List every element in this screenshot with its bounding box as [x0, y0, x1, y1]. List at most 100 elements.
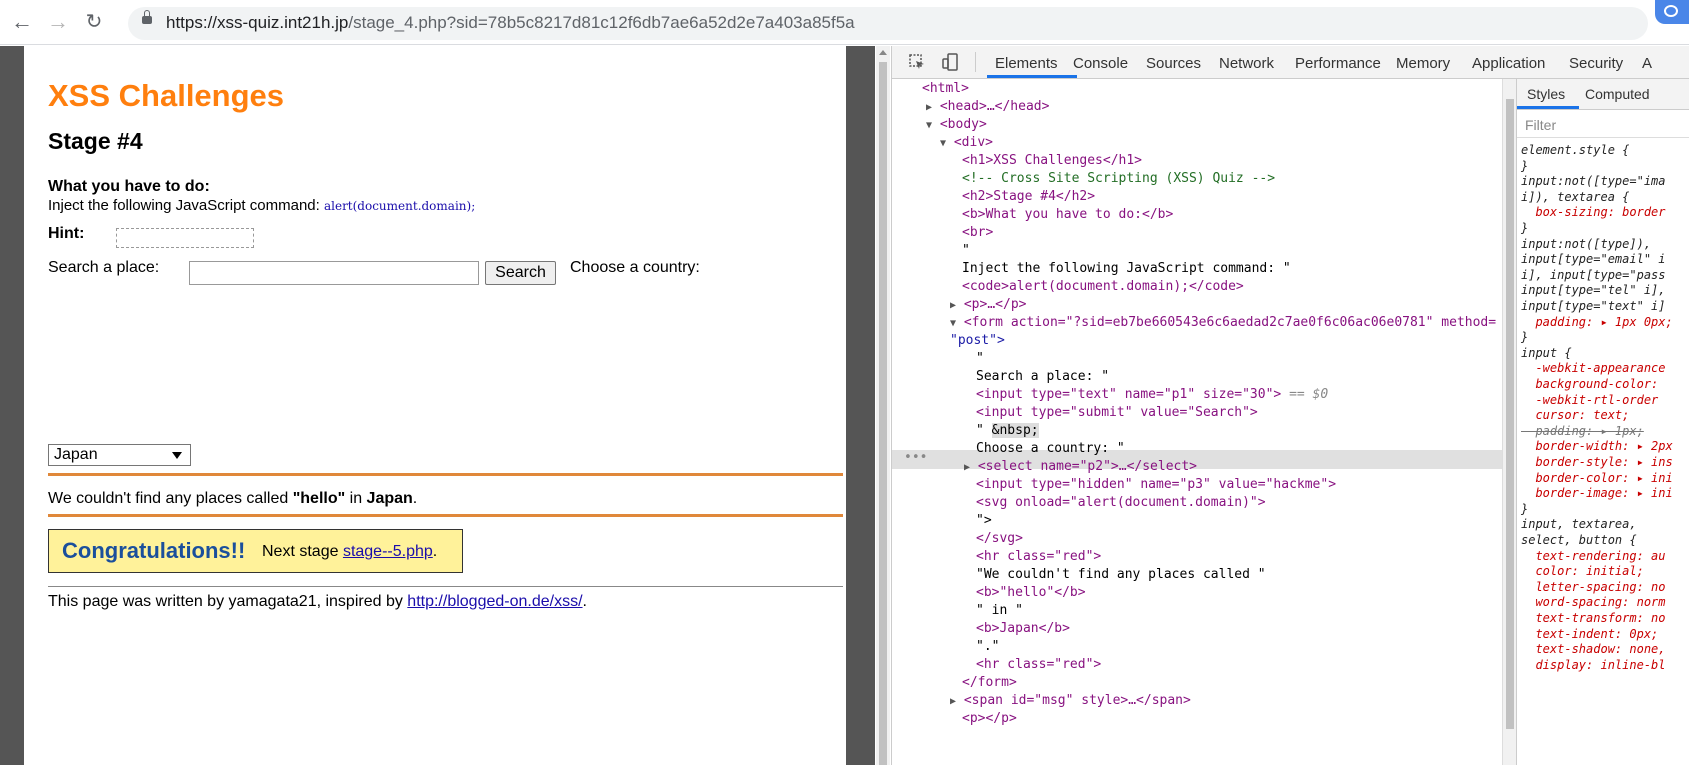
style-rule-line[interactable]: color: initial; — [1521, 563, 1643, 579]
device-toolbar-icon[interactable] — [942, 53, 960, 71]
country-select[interactable]: Japan — [48, 444, 191, 466]
tab-security[interactable]: Security — [1569, 55, 1623, 72]
style-rule-line[interactable]: text-rendering: au — [1521, 548, 1665, 564]
style-rule-line[interactable]: -webkit-appearance — [1521, 360, 1665, 376]
dom-line-select[interactable]: ▶ <select name="p2">…</select> — [964, 457, 1197, 476]
style-rule-line[interactable]: } — [1521, 329, 1528, 345]
style-rule-line[interactable]: -webkit-rtl-order — [1521, 392, 1658, 408]
dom-line-dot[interactable]: "." — [976, 637, 999, 656]
dom-line-inject[interactable]: Inject the following JavaScript command:… — [962, 259, 1291, 278]
back-arrow-icon[interactable]: ← — [10, 10, 34, 34]
dom-line-svg-close[interactable]: </svg> — [976, 529, 1023, 548]
style-rule-line[interactable]: background-color: — [1521, 376, 1658, 392]
style-rule-line[interactable]: box-sizing: border — [1521, 204, 1665, 220]
tab-network[interactable]: Network — [1219, 55, 1274, 72]
tab-styles[interactable]: Styles — [1527, 86, 1565, 102]
dom-line-svg[interactable]: <svg onload="alert(document.domain)"> — [976, 493, 1266, 512]
tab-memory[interactable]: Memory — [1396, 55, 1450, 72]
tab-application[interactable]: Application — [1472, 55, 1545, 72]
dom-line-input-submit[interactable]: <input type="submit" value="Search"> — [976, 403, 1258, 422]
tab-sources[interactable]: Sources — [1146, 55, 1201, 72]
style-rule-line[interactable]: border-color: ▸ ini — [1521, 470, 1672, 486]
dom-line-comment[interactable]: <!-- Cross Site Scripting (XSS) Quiz --> — [962, 169, 1275, 188]
style-rule-line[interactable]: element.style { — [1521, 142, 1629, 158]
reload-icon[interactable]: ↻ — [82, 10, 106, 34]
style-rule-line[interactable]: letter-spacing: no — [1521, 579, 1665, 595]
more-options-icon[interactable]: ••• — [904, 450, 927, 465]
forward-arrow-icon[interactable]: → — [46, 10, 70, 34]
tab-performance[interactable]: Performance — [1295, 55, 1381, 72]
style-rule-line[interactable]: border-width: ▸ 2px — [1521, 438, 1672, 454]
style-rule-line[interactable]: border-style: ▸ ins — [1521, 454, 1672, 470]
style-rule-line[interactable]: word-spacing: norm — [1521, 594, 1665, 610]
dom-line-hr-red2[interactable]: <hr class="red"> — [976, 655, 1101, 674]
dom-line-quote[interactable]: " — [962, 241, 970, 260]
dom-line-b-japan[interactable]: <b>Japan</b> — [976, 619, 1070, 638]
tab-elements[interactable]: Elements — [995, 55, 1058, 72]
search-button[interactable]: Search — [485, 261, 556, 285]
style-rule-line[interactable]: text-indent: 0px; — [1521, 626, 1658, 642]
style-rule-line[interactable]: select, button { — [1521, 532, 1637, 548]
style-rule-line[interactable]: cursor: text; — [1521, 407, 1629, 423]
page-scrollbar[interactable] — [876, 46, 890, 765]
extension-icon[interactable] — [1655, 0, 1689, 24]
style-rule-line[interactable]: } — [1521, 220, 1528, 236]
dom-line-form-method[interactable]: "post"> — [950, 331, 1005, 350]
dom-line-choose[interactable]: Choose a country: " — [976, 439, 1125, 458]
dom-line-h2[interactable]: <h2>Stage #4</h2> — [962, 187, 1095, 206]
tab-more[interactable]: A — [1642, 55, 1652, 72]
style-rule-line[interactable]: border-image: ▸ ini — [1521, 485, 1672, 501]
url-text[interactable]: https://xss-quiz.int21h.jp/stage_4.php?s… — [166, 13, 855, 33]
style-rule-line[interactable]: input, textarea, — [1521, 516, 1637, 532]
dom-line-div[interactable]: ▼ <div> — [940, 133, 993, 152]
dom-line-input-text[interactable]: <input type="text" name="p1" size="30"> … — [976, 385, 1328, 404]
style-rule-line[interactable]: i]), textarea { — [1521, 189, 1629, 205]
dom-line-h1[interactable]: <h1>XSS Challenges</h1> — [962, 151, 1142, 170]
style-rule-line[interactable]: input:not([type="ima — [1521, 173, 1666, 189]
inspect-element-icon[interactable] — [908, 53, 926, 71]
search-input[interactable] — [189, 261, 479, 285]
tab-console[interactable]: Console — [1073, 55, 1128, 72]
address-bar[interactable]: https://xss-quiz.int21h.jp/stage_4.php?s… — [128, 7, 1648, 40]
style-rule-line[interactable]: padding: ▸ 1px; — [1521, 423, 1643, 439]
dom-line-hr-red1[interactable]: <hr class="red"> — [976, 547, 1101, 566]
dom-line-form[interactable]: ▼ <form action="?sid=eb7be660543e6c6aeda… — [950, 313, 1496, 332]
style-rule-line[interactable]: input[type="email" i — [1521, 251, 1666, 267]
dom-line-b-todo[interactable]: <b>What you have to do:</b> — [962, 205, 1173, 224]
style-rule-line[interactable]: text-transform: no — [1521, 610, 1665, 626]
styles-filter-input[interactable]: Filter — [1525, 117, 1556, 133]
style-rule-line[interactable]: input[type="tel" i], — [1521, 282, 1666, 298]
dom-line-search-text[interactable]: Search a place: " — [976, 367, 1109, 386]
dom-line-span-msg[interactable]: ▶ <span id="msg" style>…</span> — [950, 691, 1191, 710]
dom-line-close-quote[interactable]: "> — [976, 511, 992, 530]
style-rule-line[interactable]: input[type="text" i] — [1521, 298, 1666, 314]
tab-computed[interactable]: Computed — [1585, 86, 1650, 102]
dom-line-code[interactable]: <code>alert(document.domain);</code> — [962, 277, 1244, 296]
style-rule-line[interactable]: padding: ▸ 1px 0px; — [1521, 314, 1672, 330]
dom-line-html[interactable]: <html> — [922, 79, 969, 98]
dom-scrollbar-thumb[interactable] — [1506, 99, 1514, 729]
style-rule-line[interactable]: input { — [1521, 345, 1572, 361]
dom-line-p[interactable]: ▶ <p>…</p> — [950, 295, 1026, 314]
page-scrollbar-thumb[interactable] — [879, 62, 887, 765]
dom-line-in[interactable]: " in " — [976, 601, 1023, 620]
dom-line-p-empty[interactable]: <p></p> — [962, 709, 1017, 728]
next-stage-link[interactable]: stage--5.php — [343, 543, 433, 560]
dom-line-head[interactable]: ▶ <head>…</head> — [926, 97, 1049, 116]
dom-line-quote2[interactable]: " — [976, 349, 984, 368]
style-rule-line[interactable]: text-shadow: none, — [1521, 641, 1665, 657]
style-rule-line[interactable]: display: inline-bl — [1521, 657, 1665, 673]
hint-box[interactable] — [116, 228, 254, 248]
dom-line-form-close[interactable]: </form> — [962, 673, 1017, 692]
footer-link[interactable]: http://blogged-on.de/xss/ — [407, 593, 582, 610]
style-rule-line[interactable]: } — [1521, 158, 1528, 174]
dom-line-b-hello[interactable]: <b>"hello"</b> — [976, 583, 1086, 602]
dom-line-msg-text[interactable]: "We couldn't find any places called " — [976, 565, 1266, 584]
dom-line-body[interactable]: ▼ <body> — [926, 115, 987, 134]
dom-line-br[interactable]: <br> — [962, 223, 993, 242]
style-rule-line[interactable]: i], input[type="pass — [1521, 267, 1666, 283]
scroll-up-icon[interactable] — [879, 50, 887, 55]
dom-line-hidden[interactable]: <input type="hidden" name="p3" value="ha… — [976, 475, 1336, 494]
style-rule-line[interactable]: } — [1521, 501, 1528, 517]
style-rule-line[interactable]: input:not([type]), — [1521, 236, 1651, 252]
